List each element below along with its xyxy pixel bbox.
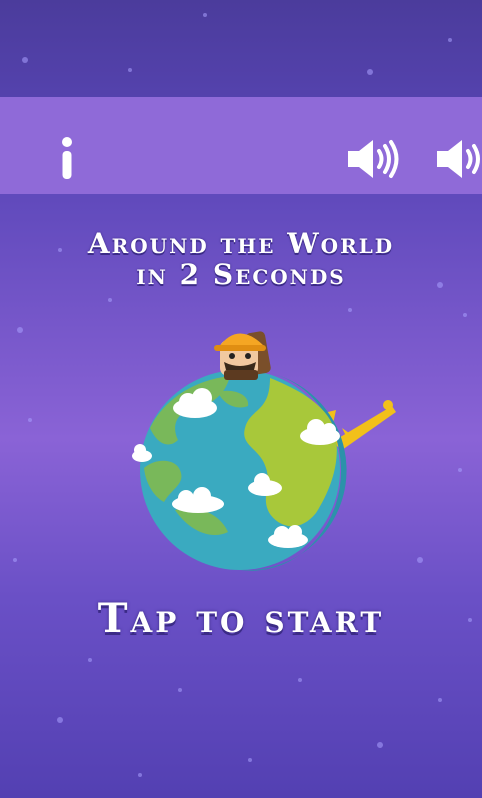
sound-toggle-icon[interactable]	[345, 137, 401, 181]
title-line-2: in 2 Seconds	[136, 258, 346, 291]
globe-icon	[140, 370, 347, 571]
globe-scene	[132, 331, 396, 571]
game-title: Around the World in 2 Seconds	[0, 228, 482, 290]
title-line-1: Around the World	[87, 227, 395, 260]
tap-to-start-prompt[interactable]: Tap to start	[0, 595, 482, 642]
info-icon[interactable]	[56, 137, 78, 179]
explorer-character-icon	[214, 331, 271, 380]
music-toggle-icon[interactable]	[434, 137, 482, 181]
